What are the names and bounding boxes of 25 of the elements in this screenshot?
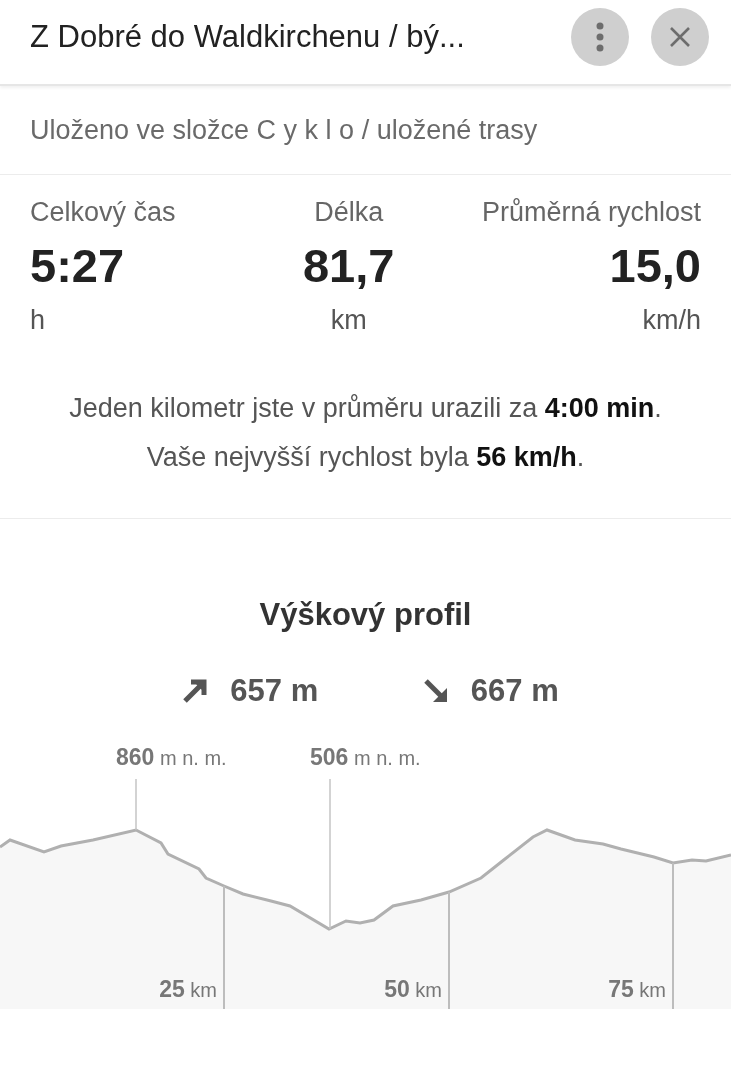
route-title: Z Dobré do Waldkirchenu / bý... <box>30 19 466 55</box>
distance-label: 50 km <box>384 976 442 1004</box>
stat-label: Průměrná rychlost <box>481 197 701 228</box>
summary-text: Vaše nejvyšší rychlost byla 56 km/h. <box>145 440 586 474</box>
stat-value: 81,7 <box>303 238 395 293</box>
section-title: Výškový profil <box>258 597 473 634</box>
more-icon <box>596 22 604 52</box>
stat-value: 15,0 <box>609 238 701 293</box>
elevation-label: 506 m n. m. <box>310 744 421 772</box>
stat-unit: km/h <box>642 305 701 336</box>
stat-value: 5:27 <box>30 238 125 293</box>
stat-unit: km <box>330 305 367 336</box>
close-icon <box>669 26 691 48</box>
stat-label: Délka <box>314 197 384 228</box>
summary-text: Jeden kilometr jste v průměru urazili za 4:00 min. <box>68 392 663 425</box>
folder-info: Uloženo ve složce C y k l o / uložené trasy <box>30 114 538 146</box>
distance-label: 75 km <box>608 976 666 1004</box>
descent-arrow-icon <box>422 678 449 705</box>
distance-label: 25 km <box>159 976 217 1004</box>
ascent-value: 657 m <box>230 673 319 710</box>
elevation-label: 860 m n. m. <box>116 744 227 772</box>
stat-unit: h <box>30 305 46 336</box>
descent-value: 667 m <box>470 673 559 710</box>
stat-label: Celkový čas <box>30 197 176 228</box>
ascent-arrow-icon <box>182 678 209 705</box>
